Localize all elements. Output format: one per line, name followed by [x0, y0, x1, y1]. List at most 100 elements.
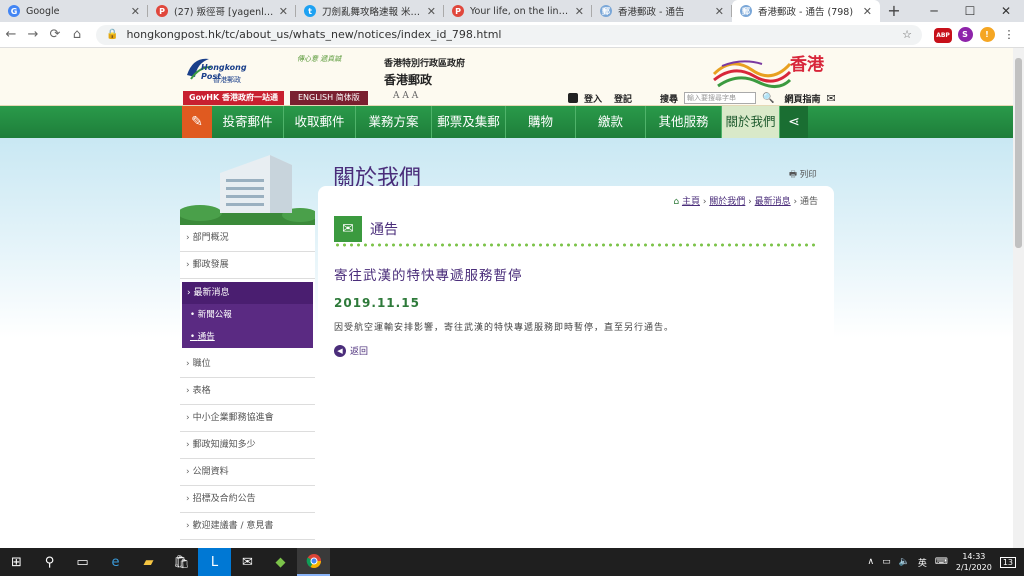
dotted-divider [334, 243, 818, 247]
tab-title: Your life, on the line - Plurk [470, 5, 571, 17]
browser-tab[interactable]: P Your life, on the line - Plurk ✕ [444, 0, 592, 22]
windows-start-icon[interactable]: ⊞ [0, 548, 33, 576]
sidebar-item-news[interactable]: › 最新消息 [182, 282, 313, 304]
sidebar-subitem[interactable]: • 新聞公報 [182, 304, 313, 326]
user-icon[interactable] [568, 93, 578, 103]
volume-icon[interactable]: 🔈 [899, 557, 910, 567]
breadcrumb-about[interactable]: 關於我們 [709, 197, 745, 207]
home-icon[interactable]: ⌂ [66, 27, 88, 42]
mail-icon[interactable]: ✉ [231, 548, 264, 576]
font-size-controls[interactable]: A A A [393, 91, 418, 101]
abp-extension-icon[interactable]: ABP [932, 27, 954, 43]
back-link[interactable]: ◀ 返回 [334, 344, 368, 357]
post-shortcut-icon[interactable]: ✎ [182, 106, 212, 138]
language-switch[interactable]: ENGLISH 简体版 [290, 91, 368, 105]
notifications-icon[interactable]: 13 [999, 556, 1016, 568]
sidebar-item[interactable]: › 招標及合約公告 [180, 486, 315, 513]
tab-close-icon[interactable]: ✕ [575, 5, 584, 18]
search-icon[interactable]: 🔍 [762, 93, 774, 104]
sidebar-item[interactable]: › 職位 [180, 351, 315, 378]
maximize-button[interactable]: ☐ [952, 0, 988, 22]
govhk-link[interactable]: GovHK 香港政府一站通 [183, 91, 284, 105]
file-explorer-icon[interactable]: ▰ [132, 548, 165, 576]
task-view-icon[interactable]: ▭ [66, 548, 99, 576]
government-title: 香港特別行政區政府 香港郵政 [384, 59, 466, 87]
sidebar-item[interactable]: › 中小企業郵務協進會 [180, 405, 315, 432]
chrome-icon[interactable] [297, 548, 330, 576]
menu-item[interactable]: 業務方案 [356, 106, 432, 138]
printer-icon: 🖶 [789, 170, 798, 180]
ime-mode-icon[interactable]: ⌨ [935, 557, 948, 567]
hkpost-icon: 郵 [740, 5, 752, 17]
hongkong-post-logo[interactable]: Hongkong Post 香港郵政 [183, 53, 263, 87]
browser-tab[interactable]: 郵香港郵政 - 通告 ✕ [592, 0, 732, 22]
update-icon[interactable]: ! [976, 27, 998, 42]
line-icon[interactable]: L [198, 548, 231, 576]
show-hidden-icons[interactable]: ∧ [868, 557, 875, 567]
tab-close-icon[interactable]: ✕ [131, 5, 140, 18]
sidebar-item[interactable]: › 部門概況 [180, 225, 315, 252]
search-input[interactable]: 輸入要搜尋字串 [684, 92, 757, 104]
edge-icon[interactable]: e [99, 548, 132, 576]
menu-item[interactable]: 郵票及集郵 [432, 106, 506, 138]
browser-tab[interactable]: 郵香港郵政 - 通告 (798) ✕ [732, 0, 880, 22]
menu-item[interactable]: 投寄郵件 [212, 106, 284, 138]
tab-close-icon[interactable]: ✕ [715, 5, 724, 18]
sidebar-item[interactable]: › 公開資料 [180, 459, 315, 486]
profile-avatar[interactable]: S [954, 27, 976, 42]
menu-item[interactable]: 收取郵件 [284, 106, 356, 138]
tab-title: Google [26, 5, 60, 17]
close-window-button[interactable]: ✕ [988, 0, 1024, 22]
tab-close-icon[interactable]: ✕ [279, 5, 288, 18]
share-icon[interactable]: ⋖ [780, 106, 808, 138]
menu-item[interactable]: 繳款 [576, 106, 646, 138]
browser-tab[interactable]: P (27) 叛徑哥 [yagenlove] - Pl... ✕ [148, 0, 296, 22]
search-icon[interactable]: ⚲ [33, 548, 66, 576]
breadcrumb-current: 通告 [799, 197, 818, 207]
store-icon[interactable]: 🛍 [165, 548, 198, 576]
sitemap-link[interactable]: 網頁指南 [785, 92, 821, 105]
browser-tab[interactable]: t 刀劍亂舞攻略速報 米靜公式 +... ✕ [296, 0, 444, 22]
sidebar-item[interactable]: › 郵政知識知多少 [180, 432, 315, 459]
tab-close-icon[interactable]: ✕ [427, 5, 436, 18]
section-title: 通告 [370, 222, 398, 238]
breadcrumb-news[interactable]: 最新消息 [755, 197, 791, 207]
chevron-right-icon: › [186, 359, 190, 369]
chevron-right-icon: › [186, 440, 190, 450]
network-icon[interactable]: ▭ [882, 557, 891, 567]
tab-close-icon[interactable]: ✕ [863, 5, 872, 18]
back-arrow-icon: ◀ [334, 344, 346, 357]
search-label: 搜尋 [660, 94, 679, 105]
menu-dots-icon[interactable]: ⋮ [998, 28, 1020, 41]
sidebar-item[interactable]: › 歡迎建議書 / 意見書 [180, 513, 315, 540]
menu-item[interactable]: 其他服務 [646, 106, 722, 138]
bluestacks-icon[interactable]: ◆ [264, 548, 297, 576]
register-link[interactable]: 登記 [614, 92, 632, 105]
new-tab-button[interactable]: + [880, 0, 908, 22]
sidebar-item[interactable]: › 表格 [180, 378, 315, 405]
sidebar-subitem[interactable]: • 通告 [182, 326, 313, 348]
page-scrollbar[interactable] [1013, 48, 1024, 548]
sidebar-item[interactable]: › 郵政發展 [180, 252, 315, 279]
sidebar-group-news: › 最新消息 • 新聞公報 • 通告 [182, 282, 313, 348]
menu-item[interactable]: 購物 [506, 106, 576, 138]
login-link[interactable]: 登入 [584, 92, 602, 105]
notice-card: ⌂ 主頁 › 關於我們 › 最新消息 › 通告 ✉ 通告 寄往武漢的特快專遞服務… [318, 186, 834, 548]
minimize-button[interactable]: ─ [916, 0, 952, 22]
reload-icon[interactable]: ⟳ [44, 27, 66, 42]
mail-icon[interactable]: ✉ [827, 92, 836, 105]
ime-indicator[interactable]: 英 [918, 556, 927, 569]
menu-item[interactable]: 關於我們 [722, 106, 780, 138]
bookmark-star-icon[interactable]: ☆ [902, 28, 912, 41]
breadcrumb-home[interactable]: 主頁 [682, 197, 700, 207]
notice-body: 因受航空運輸安排影響，寄往武漢的特快專遞服務即時暫停，直至另行通告。 [334, 323, 675, 333]
browser-tab[interactable]: G Google ✕ [0, 0, 148, 22]
print-link[interactable]: 🖶 列印 [789, 168, 817, 183]
plurk-icon: P [452, 5, 464, 17]
forward-icon[interactable]: → [22, 27, 44, 42]
window-controls: ─ ☐ ✕ [916, 0, 1024, 22]
url-field[interactable]: 🔒 hongkongpost.hk/tc/about_us/whats_new/… [96, 24, 922, 45]
back-icon[interactable]: ← [0, 27, 22, 42]
clock[interactable]: 14:33 2/1/2020 [956, 551, 992, 573]
tab-title: 香港郵政 - 通告 [618, 7, 685, 18]
